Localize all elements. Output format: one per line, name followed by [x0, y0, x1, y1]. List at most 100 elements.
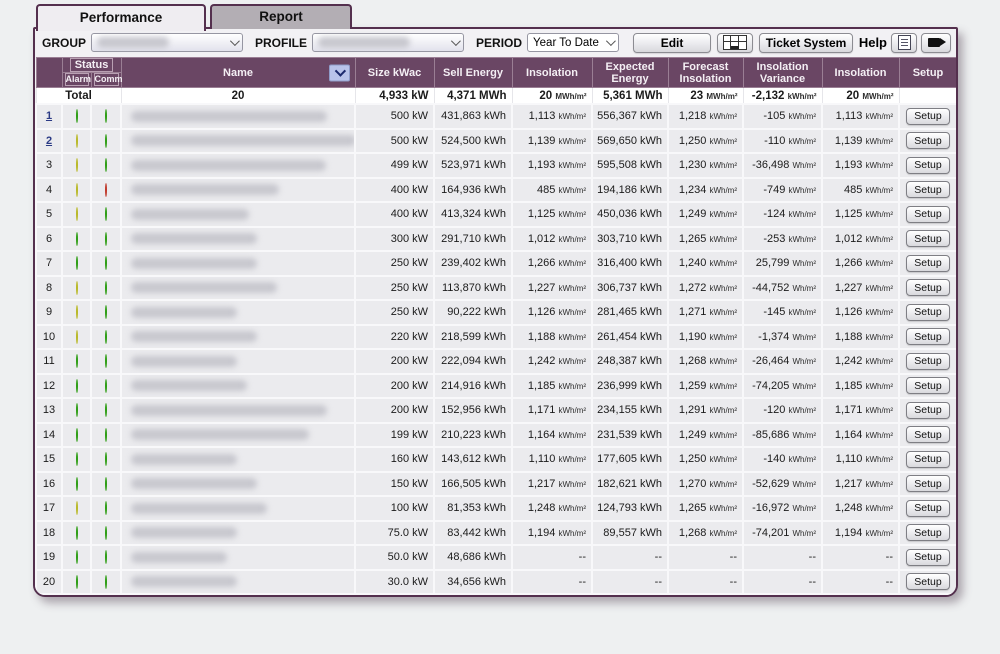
help-label: Help [859, 35, 887, 50]
setup-button[interactable]: Setup [906, 549, 949, 566]
comm-status-cell [91, 300, 121, 325]
insolation-variance-cell-value: -16,972 [752, 502, 789, 514]
sell-energy-cell: 413,324 kWh [434, 202, 512, 227]
insolation2-cell-value: 1,185 [835, 380, 863, 392]
redacted-plant-name [131, 552, 227, 563]
insolation-cell: 1,217 kWh/m² [512, 472, 592, 497]
alarm-status-light-yellow [76, 501, 78, 515]
plant-link[interactable]: 1 [46, 110, 52, 122]
plant-link[interactable]: 2 [46, 135, 52, 147]
setup-button[interactable]: Setup [906, 132, 949, 149]
size-cell: 300 kW [355, 227, 434, 252]
redacted-plant-name [131, 233, 257, 244]
expected-energy-cell: 234,155 kWh [592, 398, 668, 423]
unit-label: kWh/m² [558, 259, 586, 268]
forecast-insolation-cell: 1,272 kWh/m² [668, 276, 743, 301]
expected-energy-cell: 248,387 kWh [592, 349, 668, 374]
total-expected: 5,361 MWh [592, 88, 668, 105]
insolation2-cell-value: 1,126 [835, 306, 863, 318]
unit-label: kWh/m² [558, 284, 586, 293]
setup-button[interactable]: Setup [906, 402, 949, 419]
insolation-variance-cell-value: -253 [763, 233, 785, 245]
sell-energy-cell: 218,599 kWh [434, 325, 512, 350]
insolation-variance-cell-value: -124 [763, 208, 785, 220]
row-number-cell: 19 [36, 545, 62, 570]
table-row: 1500 kW431,863 kWh1,113 kWh/m²556,367 kW… [36, 104, 957, 129]
setup-button[interactable]: Setup [906, 279, 949, 296]
insolation-cell: 1,126 kWh/m² [512, 300, 592, 325]
insolation-variance-cell-value: -85,686 [752, 429, 789, 441]
setup-button[interactable]: Setup [906, 230, 949, 247]
expand-all-header[interactable] [36, 58, 62, 88]
insolation-variance-cell: -52,629 Wh/m² [743, 472, 822, 497]
setup-button[interactable]: Setup [906, 304, 949, 321]
setup-button[interactable]: Setup [906, 500, 949, 517]
unit-label: kWh/m² [865, 235, 893, 244]
setup-button[interactable]: Setup [906, 255, 949, 272]
profile-select[interactable] [312, 33, 464, 52]
insolation-variance-cell: -749 kWh/m² [743, 178, 822, 203]
row-number-cell: 6 [36, 227, 62, 252]
grid-icon [723, 35, 747, 50]
insolation-header: Insolation [512, 58, 592, 88]
expected-energy-cell: -- [592, 570, 668, 595]
insolation-cell-value: 1,242 [528, 355, 556, 367]
insolation-cell: 485 kWh/m² [512, 178, 592, 203]
group-select[interactable] [91, 33, 243, 52]
comm-status-cell [91, 398, 121, 423]
ticket-system-button[interactable]: Ticket System [759, 33, 853, 53]
sell-energy-cell: 81,353 kWh [434, 496, 512, 521]
unit-label: kWh/m² [865, 382, 893, 391]
total-variance: -2,132 kWh/m² [743, 88, 822, 105]
plant-name-cell [121, 129, 355, 154]
table-row: 9250 kW90,222 kWh1,126 kWh/m²281,465 kWh… [36, 300, 957, 325]
unit-label: kWh/m² [865, 431, 893, 440]
tab-performance[interactable]: Performance [36, 4, 206, 31]
forecast-insolation-cell-value: 1,270 [679, 478, 707, 490]
help-video-button[interactable] [921, 33, 951, 53]
setup-button[interactable]: Setup [906, 524, 949, 541]
name-sort-button[interactable] [329, 64, 350, 81]
alarm-status-light-green [76, 354, 78, 368]
setup-button[interactable]: Setup [906, 206, 949, 223]
insolation-cell: 1,194 kWh/m² [512, 521, 592, 546]
redacted-plant-name [131, 380, 247, 391]
setup-button[interactable]: Setup [906, 475, 949, 492]
help-document-button[interactable] [891, 33, 917, 53]
setup-button[interactable]: Setup [906, 573, 949, 590]
forecast-insolation-cell: 1,190 kWh/m² [668, 325, 743, 350]
comm-status-cell [91, 104, 121, 129]
insolation-cell-value: 1,171 [528, 404, 556, 416]
edit-button[interactable]: Edit [633, 33, 711, 53]
setup-button[interactable]: Setup [906, 377, 949, 394]
period-select[interactable]: Year To Date [527, 33, 619, 52]
insolation-variance-header: Insolation Variance [743, 58, 822, 88]
redacted-plant-name [131, 331, 257, 342]
comm-status-cell [91, 202, 121, 227]
insolation-variance-cell-value: -74,205 [752, 380, 789, 392]
setup-button[interactable]: Setup [906, 426, 949, 443]
unit-label: kWh/m² [558, 431, 586, 440]
redacted-profile-value [318, 37, 410, 48]
setup-button[interactable]: Setup [906, 328, 949, 345]
grid-view-button[interactable] [717, 33, 753, 53]
unit-label: kWh/m² [709, 382, 737, 391]
redacted-plant-name [131, 209, 249, 220]
setup-cell: Setup [899, 423, 957, 448]
setup-button[interactable]: Setup [906, 181, 949, 198]
setup-button[interactable]: Setup [906, 451, 949, 468]
sell-energy-cell: 164,936 kWh [434, 178, 512, 203]
setup-button[interactable]: Setup [906, 108, 949, 125]
unit-label: kWh/m² [709, 186, 737, 195]
size-cell: 500 kW [355, 129, 434, 154]
setup-button[interactable]: Setup [906, 353, 949, 370]
unit-label: Wh/m² [792, 333, 816, 342]
plant-name-cell [121, 374, 355, 399]
forecast-insolation-cell: 1,250 kWh/m² [668, 129, 743, 154]
insolation-cell: 1,193 kWh/m² [512, 153, 592, 178]
main-panel: GROUP PROFILE PERIOD Year To Date Edit T… [33, 27, 958, 597]
alarm-status-cell [62, 521, 91, 546]
tab-report[interactable]: Report [210, 4, 352, 29]
setup-button[interactable]: Setup [906, 157, 949, 174]
sell-energy-cell: 48,686 kWh [434, 545, 512, 570]
